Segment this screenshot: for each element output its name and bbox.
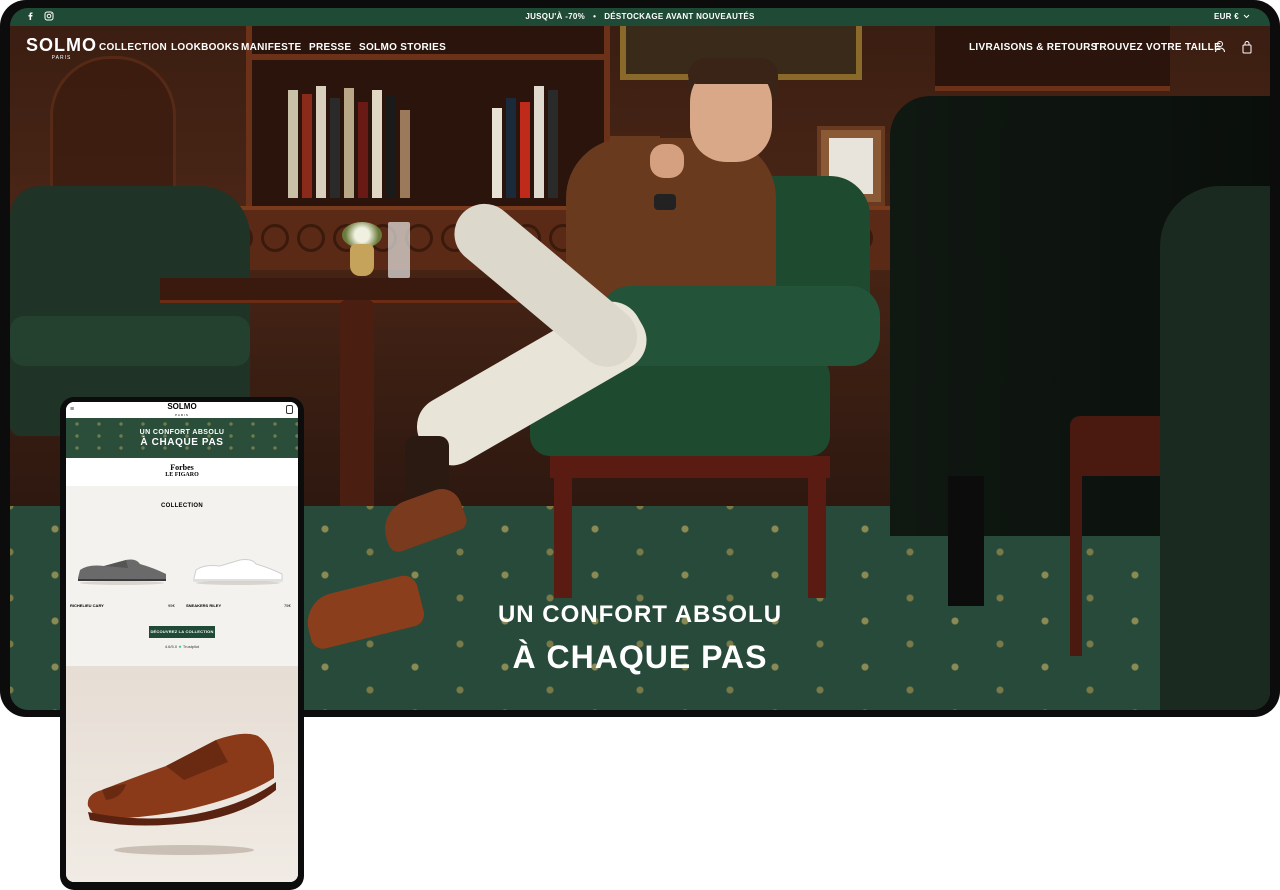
right-drape — [1160, 186, 1270, 710]
brand-city: PARIS — [51, 55, 72, 61]
collection-section: COLLECTION RICHELIEU CARY 95€ SNEAKERS R… — [66, 486, 298, 666]
rating-provider: Trustpilot — [182, 644, 200, 649]
promo-separator: • — [593, 12, 597, 21]
model-hand — [650, 144, 684, 178]
brand-name: SOLMO — [26, 35, 97, 55]
mobile-hero-line2: À CHAQUE PAS — [140, 437, 224, 448]
mobile-device-frame: ≡ SOLMO PARIS UN CONFORT ABSOLU À CHAQUE… — [60, 397, 304, 890]
trustpilot-rating[interactable]: 4.6/5.0 ★ Trustpilot — [66, 644, 298, 649]
discover-collection-button[interactable]: DÉCOUVREZ LA COLLECTION — [149, 626, 215, 638]
glass — [388, 222, 410, 278]
main-navigation: SOLMO PARIS COLLECTION LOOKBOOKS MANIFES… — [10, 26, 1270, 70]
currency-label: EUR € — [1213, 12, 1239, 21]
product-name[interactable]: SNEAKERS RILEY — [186, 603, 221, 608]
model-sock — [405, 436, 449, 496]
press-logo-forbes: Forbes — [170, 463, 194, 472]
brown-oxford-shoe-image — [87, 733, 276, 855]
bag-icon[interactable] — [286, 405, 293, 414]
nav-link-shipping-returns[interactable]: LIVRAISONS & RETOURS — [969, 42, 1098, 53]
nav-link-size-finder[interactable]: TROUVEZ VOTRE TAILLE — [1093, 42, 1221, 53]
account-icon[interactable] — [1214, 40, 1226, 54]
product-price: 75€ — [284, 603, 291, 608]
collection-title: COLLECTION — [161, 503, 203, 509]
mobile-brand-logo[interactable]: SOLMO PARIS — [66, 403, 298, 419]
promo-discount: JUSQU'À -70% — [525, 12, 586, 21]
announcement-bar: JUSQU'À -70% • DÉSTOCKAGE AVANT NOUVEAUTÉS… — [10, 8, 1270, 26]
promo-message[interactable]: JUSQU'À -70% • DÉSTOCKAGE AVANT NOUVEAUTÉS — [10, 12, 1270, 21]
nav-link-solmo-stories[interactable]: SOLMO STORIES — [359, 42, 446, 53]
mobile-header: ≡ SOLMO PARIS — [66, 402, 298, 418]
piano-leg — [948, 476, 984, 606]
press-logo-le-figaro: LE FIGARO — [165, 472, 199, 478]
chevron-down-icon — [1243, 12, 1250, 21]
nav-link-manifeste[interactable]: MANIFESTE — [241, 42, 301, 53]
mobile-hero-banner: UN CONFORT ABSOLU À CHAQUE PAS — [66, 418, 298, 458]
nav-link-presse[interactable]: PRESSE — [309, 42, 351, 53]
promo-destockage: DÉSTOCKAGE AVANT NOUVEAUTÉS — [604, 12, 755, 21]
bag-icon[interactable] — [1241, 40, 1253, 54]
product-image-richelieu[interactable] — [74, 554, 170, 586]
trustpilot-star-icon: ★ — [178, 644, 182, 649]
product-name[interactable]: RICHELIEU CARY — [70, 603, 104, 608]
vase — [350, 244, 374, 276]
mobile-hero-line1: UN CONFORT ABSOLU — [139, 429, 225, 436]
product-image-sneakers[interactable] — [190, 554, 286, 586]
floating-shoe-photo — [66, 666, 298, 882]
armchair-base — [550, 456, 830, 598]
mobile-brand-name: SOLMO — [167, 402, 197, 411]
nav-link-lookbooks[interactable]: LOOKBOOKS — [171, 42, 239, 53]
rating-value: 4.6/5.0 — [164, 644, 178, 649]
watch — [654, 194, 676, 210]
nav-link-collection[interactable]: COLLECTION — [99, 42, 167, 53]
mobile-screen: ≡ SOLMO PARIS UN CONFORT ABSOLU À CHAQUE… — [66, 402, 298, 882]
brand-logo[interactable]: SOLMO PARIS — [26, 36, 97, 61]
press-logos: Forbes LE FIGARO — [66, 458, 298, 486]
currency-selector[interactable]: EUR € — [1214, 12, 1250, 21]
side-table-leg — [340, 300, 374, 520]
product-price: 95€ — [168, 603, 175, 608]
